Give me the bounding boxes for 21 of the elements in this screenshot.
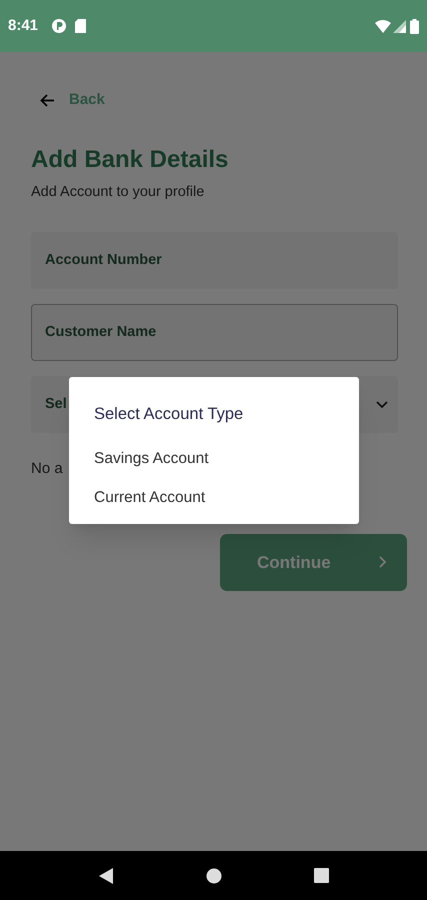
status-time: 8:41 [8, 16, 38, 36]
account-type-option[interactable]: Current Account [94, 486, 334, 510]
chevron-right-icon [379, 556, 387, 568]
signal-icon [393, 20, 406, 32]
back-icon[interactable] [98, 866, 114, 884]
home-icon[interactable] [206, 868, 222, 884]
back-link[interactable]: Back [69, 89, 105, 112]
chevron-down-icon [376, 400, 388, 409]
app-notification-icon [52, 19, 66, 33]
input-field[interactable]: Account Number [31, 232, 398, 290]
wifi-icon [375, 20, 391, 32]
continue-button[interactable]: Continue [220, 534, 407, 591]
page-title: Add Bank Details [31, 144, 230, 174]
battery-icon [410, 18, 419, 34]
note-text: No a [31, 459, 63, 480]
input-field[interactable]: Customer Name [31, 304, 398, 362]
back-arrow-icon[interactable] [40, 94, 55, 107]
page-subtitle: Add Account to your profile [31, 182, 206, 202]
sd-card-icon [75, 19, 86, 33]
dialog-title: Select Account Type [94, 404, 244, 425]
account-type-option[interactable]: Savings Account [94, 446, 334, 470]
